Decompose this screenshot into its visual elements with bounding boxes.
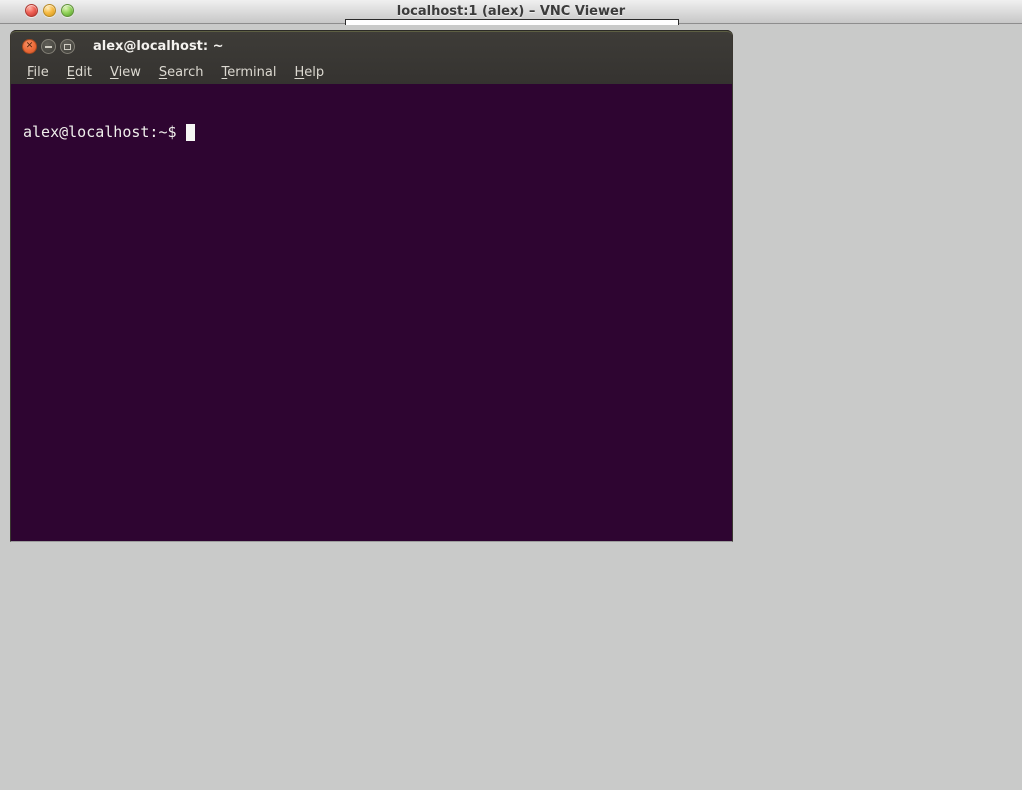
menu-search[interactable]: Search: [150, 62, 213, 83]
remote-desktop: ✕ alex@localhost: ~ File Edit View Searc…: [0, 25, 1022, 790]
menu-file[interactable]: File: [18, 62, 58, 83]
menu-help[interactable]: Help: [285, 62, 333, 83]
prompt-line: alex@localhost:~$: [23, 123, 732, 141]
terminal-minimize-button[interactable]: [41, 39, 56, 54]
shell-prompt: alex@localhost:~$: [23, 123, 177, 141]
menu-view[interactable]: View: [101, 62, 150, 83]
vnc-window-title: localhost:1 (alex) – VNC Viewer: [0, 4, 1022, 19]
terminal-window: ✕ alex@localhost: ~ File Edit View Searc…: [10, 30, 733, 542]
terminal-title: alex@localhost: ~: [93, 39, 224, 54]
traffic-lights: [25, 4, 74, 17]
terminal-header: ✕ alex@localhost: ~ File Edit View Searc…: [11, 30, 732, 84]
maximize-icon: [64, 44, 71, 50]
terminal-maximize-button[interactable]: [60, 39, 75, 54]
macos-zoom-button[interactable]: [61, 4, 74, 17]
vnc-toolbar-tab[interactable]: [345, 19, 679, 25]
terminal-menubar: File Edit View Search Terminal Help: [11, 59, 732, 85]
terminal-cursor: [186, 124, 195, 141]
terminal-titlebar[interactable]: ✕ alex@localhost: ~: [11, 31, 732, 59]
macos-minimize-button[interactable]: [43, 4, 56, 17]
terminal-screen[interactable]: alex@localhost:~$: [11, 84, 732, 542]
menu-terminal[interactable]: Terminal: [213, 62, 286, 83]
menu-edit[interactable]: Edit: [58, 62, 101, 83]
minimize-icon: [45, 46, 52, 48]
terminal-close-button[interactable]: ✕: [22, 39, 37, 54]
macos-close-button[interactable]: [25, 4, 38, 17]
close-icon: ✕: [26, 42, 34, 51]
